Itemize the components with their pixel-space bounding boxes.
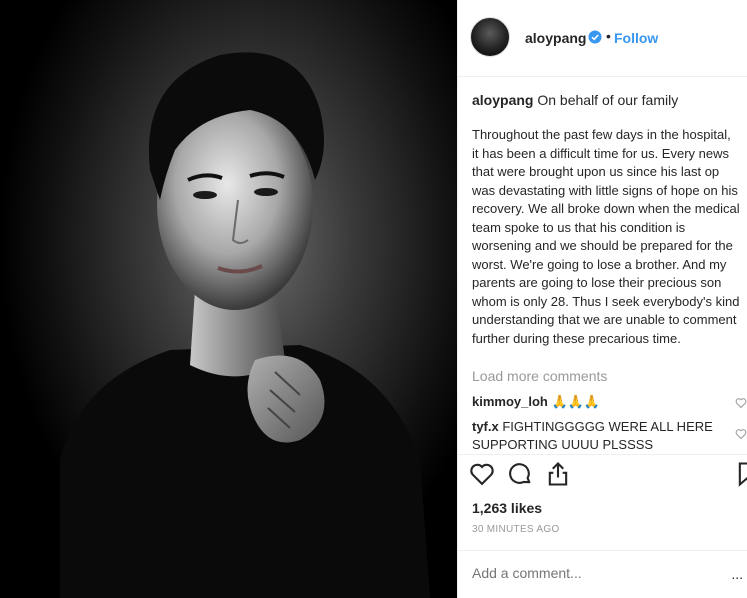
follow-button[interactable]: Follow [614, 30, 658, 46]
verified-badge-icon [588, 30, 602, 44]
divider [458, 454, 747, 455]
comment-item: kimmoy_loh 🙏🙏🙏 [472, 393, 734, 411]
header-username[interactable]: aloypang [525, 30, 586, 46]
comment-icon[interactable] [506, 460, 534, 488]
post-timestamp[interactable]: 30 MINUTES AGO [472, 524, 560, 535]
post-photo[interactable] [0, 0, 457, 598]
action-bar [468, 460, 747, 490]
separator-dot: • [606, 28, 611, 44]
comment-username[interactable]: kimmoy_loh [472, 394, 548, 409]
avatar[interactable] [470, 17, 510, 57]
bookmark-icon[interactable] [734, 460, 747, 488]
post-header: aloypang • Follow [458, 0, 747, 77]
more-options-button[interactable]: ... [731, 566, 743, 582]
comment-like-icon[interactable] [735, 397, 747, 409]
caption-intro-line: aloypang On behalf of our family [472, 91, 742, 109]
post-sidebar: aloypang • Follow aloypang On behalf of … [457, 0, 747, 598]
portrait-illustration [60, 52, 430, 598]
caption-body: Throughout the past few days in the hosp… [472, 127, 740, 346]
comment-text: FIGHTINGGGGG WERE ALL HERE SUPPORTING UU… [472, 419, 713, 452]
heart-icon[interactable] [468, 460, 496, 488]
divider [458, 550, 747, 551]
comment-text: 🙏🙏🙏 [551, 394, 601, 409]
caption-username[interactable]: aloypang [472, 92, 533, 108]
comment-item: tyf.x FIGHTINGGGGG WERE ALL HERE SUPPORT… [472, 418, 734, 454]
share-icon[interactable] [544, 460, 572, 488]
load-more-comments-button[interactable]: Load more comments [472, 368, 607, 384]
likes-count[interactable]: 1,263 likes [472, 500, 542, 516]
caption-intro: On behalf of our family [537, 92, 679, 108]
comment-username[interactable]: tyf.x [472, 419, 499, 434]
comment-like-icon[interactable] [735, 428, 747, 440]
add-comment-input[interactable] [472, 564, 732, 582]
